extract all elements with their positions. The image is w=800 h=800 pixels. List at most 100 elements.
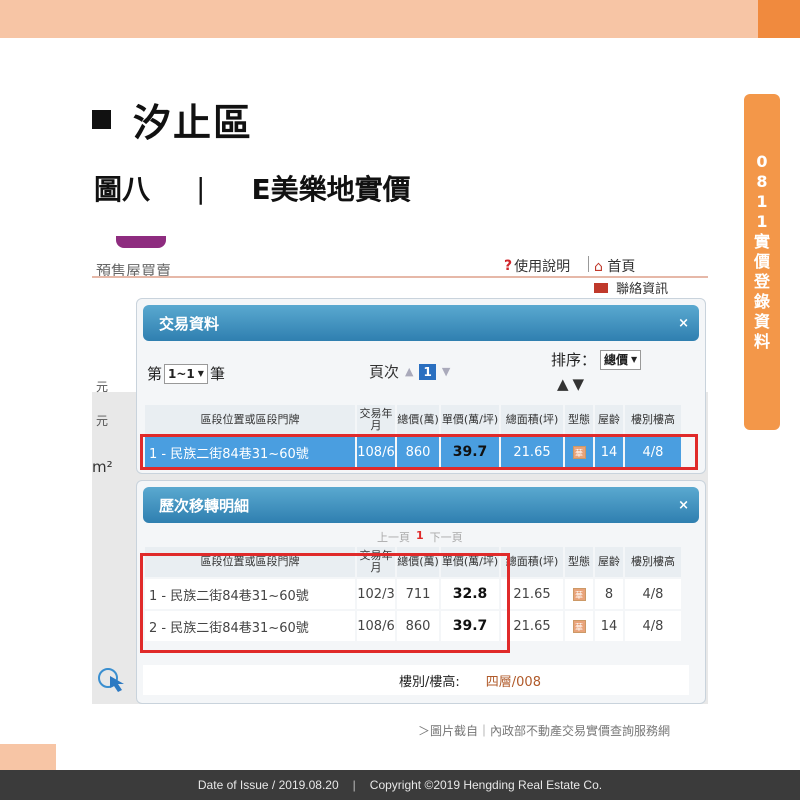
bottom-accent [0,744,56,770]
left-label: 元 [96,414,109,428]
history-pager: 上一頁 1 下一頁 [377,529,463,545]
count-select-value: 1~1 [168,366,195,381]
home-link[interactable]: ⌂ 首頁 [594,256,635,276]
close-icon[interactable]: × [678,498,689,513]
page-current[interactable]: 1 [419,363,436,380]
left-unit: m² [92,458,113,476]
sort-asc-icon[interactable]: ▲ [557,375,573,393]
cell-type: 華 [565,579,593,609]
left-label: 元 [96,380,109,394]
side-tab-char: 1 [756,192,768,211]
side-tab-char: 實 [753,232,770,251]
side-tab-char: 資 [753,312,770,331]
figure-separator: | [196,171,206,205]
footer: Date of Issue / 2019.08.20 | Copyright ©… [0,770,800,800]
figure-label: 圖八 [94,173,151,206]
help-link-label: 使用說明 [514,259,571,275]
column-header: 型態 [565,547,593,577]
close-icon[interactable]: × [678,316,689,331]
next-page-link[interactable]: 下一頁 [430,529,463,545]
building-type-icon: 華 [572,619,586,633]
cell-floor: 4/8 [625,611,681,641]
help-link[interactable]: ? 使用說明 [504,256,570,276]
column-header[interactable]: 總面積(坪) [501,405,563,435]
contact-link-label: 聯絡資訊 [616,282,669,297]
record-count: 第 1~1 ▼ 筆 [147,363,225,384]
history-panel-header: 歷次移轉明細 × [143,487,699,523]
website-screenshot: 預售屋買賣 ? 使用說明 ⌂ 首頁 聯絡資訊 元 元 m² 交易資料 × 第 1… [92,236,708,704]
section-title: 汐止區 [133,101,254,145]
column-header[interactable]: 單價(萬/坪) [441,405,499,435]
floor-label: 樓別/樓高: [399,674,460,690]
question-icon: ? [504,258,513,274]
home-icon: ⌂ [594,259,603,275]
image-credit: ＞圖片截自｜內政部不動產交易實價查詢服務網 [418,724,671,738]
page-control: 頁次 ▲ 1 ▼ [369,361,450,382]
cell-age: 14 [595,611,623,641]
copyright: Copyright ©2019 Hengding Real Estate Co. [369,778,603,792]
footer-separator: | [352,778,356,792]
column-header[interactable]: 交易年月 [357,405,395,435]
side-tab-char: 錄 [753,292,770,311]
issue-date: Date of Issue / 2019.08.20 [197,778,339,792]
building-type-icon: 華 [572,587,586,601]
cell-floor: 4/8 [625,579,681,609]
sort-label: 排序： [551,351,597,369]
side-tab: 0 8 1 1 實 價 登 錄 資 料 [744,94,780,430]
column-header[interactable]: 屋齡 [595,405,623,435]
column-header[interactable]: 型態 [565,405,593,435]
top-banner [0,0,800,38]
cell-type: 華 [565,611,593,641]
history-panel-title: 歷次移轉明細 [159,496,250,515]
sort-control: 排序： 總價 ▼ [551,349,642,370]
column-header[interactable]: 樓別樓高 [625,405,681,435]
contact-link[interactable]: 聯絡資訊 [594,278,668,297]
figure-caption: 圖八 | E美樂地實價 [94,168,411,208]
prev-page-link[interactable]: 上一頁 [377,529,410,545]
side-tab-char: 8 [756,172,768,191]
top-banner-accent [758,0,800,38]
chevron-down-icon: ▼ [631,355,638,364]
count-prefix: 第 [147,365,163,383]
sort-select[interactable]: 總價 ▼ [600,349,642,370]
transaction-panel-header: 交易資料 × [143,305,699,341]
column-header: 屋齡 [595,547,623,577]
cell-area: 21.65 [501,611,563,641]
cell-area: 21.65 [501,579,563,609]
side-tab-char: 0 [756,152,768,171]
side-tab-char: 料 [753,332,770,351]
column-header[interactable]: 區段位置或區段門牌 [145,405,355,435]
count-suffix: 筆 [209,365,225,383]
page-label: 頁次 [369,363,400,381]
pointer-hand-icon[interactable] [96,666,130,696]
figure-title: E美樂地實價 [251,173,411,206]
home-link-label: 首頁 [607,259,636,275]
side-tab-char: 登 [753,272,770,291]
transaction-panel-title: 交易資料 [159,314,220,333]
header-rule [92,276,708,278]
sort-direction: ▲▼ [557,375,588,393]
sort-select-value: 總價 [604,353,629,367]
divider [588,256,589,272]
page-up-icon[interactable]: ▲ [405,365,413,378]
column-header: 樓別樓高 [625,547,681,577]
slide: 汐止區 圖八 | E美樂地實價 0 8 1 1 實 價 登 錄 資 料 預售屋買… [0,0,800,800]
column-header[interactable]: 總價(萬) [397,405,439,435]
page-down-icon[interactable]: ▼ [442,365,450,378]
envelope-icon [594,283,608,293]
square-bullet-icon [92,110,111,129]
cell-age: 8 [595,579,623,609]
column-header: 總面積(坪) [501,547,563,577]
section-heading: 汐止區 [92,92,253,147]
chevron-down-icon: ▼ [197,369,204,378]
highlight-box [140,434,698,470]
floor-value: 四層/008 [485,674,541,690]
current-page[interactable]: 1 [416,529,424,545]
highlight-box [140,553,510,653]
count-select[interactable]: 1~1 ▼ [164,363,208,384]
table-header-row: 區段位置或區段門牌 交易年月 總價(萬) 單價(萬/坪) 總面積(坪) 型態 屋… [145,405,681,435]
sort-desc-icon[interactable]: ▼ [573,375,589,393]
side-tab-char: 1 [756,212,768,231]
side-tab-char: 價 [753,252,770,271]
nav-tab[interactable] [116,236,166,248]
